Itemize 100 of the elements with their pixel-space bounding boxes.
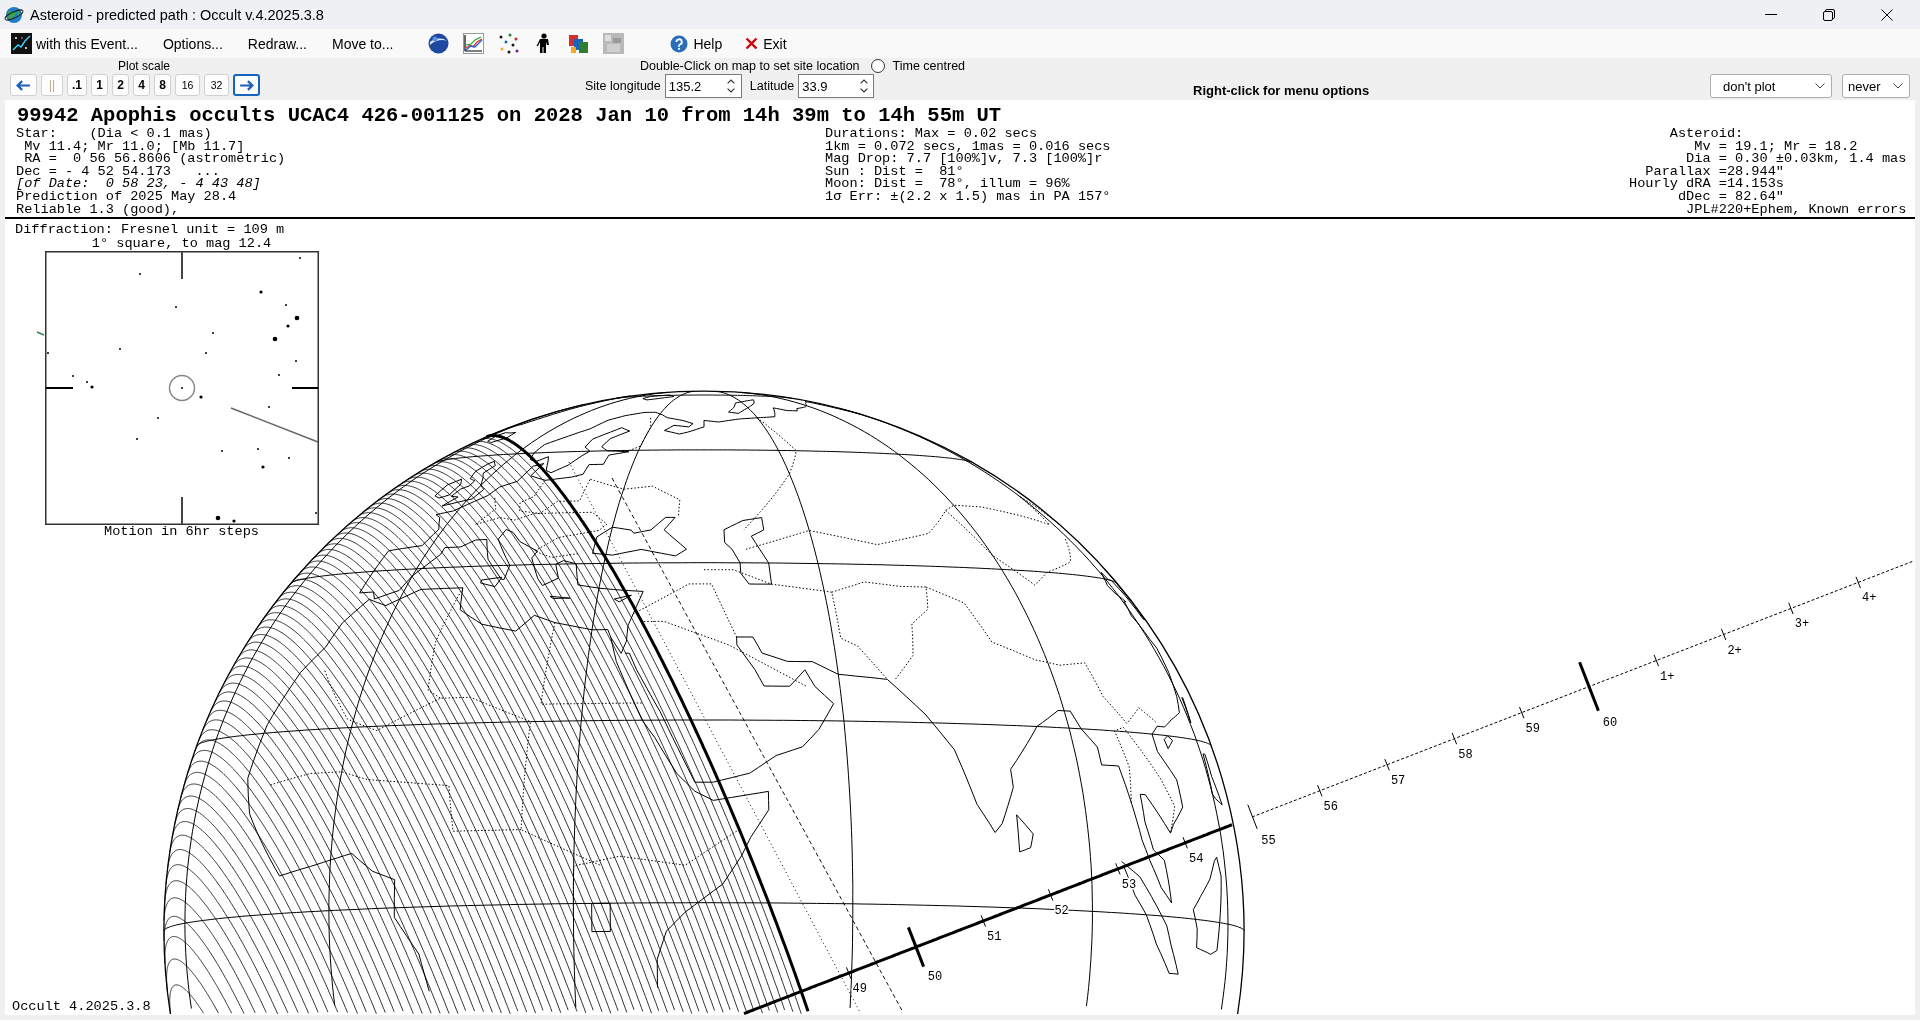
time-centred-label: Time centred	[892, 59, 966, 73]
help-icon	[670, 34, 689, 53]
minimize-icon	[1765, 14, 1777, 15]
asteroid-info-line: Parallax =28.944"	[1645, 165, 1784, 179]
scale-button[interactable]: 32	[204, 74, 229, 96]
site-location-hint: Double-Click on map to set site location	[640, 59, 860, 73]
scale-button[interactable]: 1	[91, 74, 108, 96]
duration-info-line: Moon: Dist = 78°, illum = 96%	[825, 178, 1070, 191]
next-button[interactable]	[233, 74, 260, 96]
star-dot	[199, 395, 203, 399]
event-title: 99942 Apophis occults UCAC4 426-001125 on 2028 Jan 10 from 14h 39m to 14h 55m UT	[17, 105, 1002, 127]
color-blocks-icon[interactable]	[568, 33, 590, 54]
star-info-line: Star: (Dia < 0.1 mas)	[16, 128, 212, 141]
time-label: 60	[1602, 715, 1618, 730]
time-tick	[846, 967, 852, 980]
star-chart-caption: Motion in 6hr steps	[103, 525, 260, 539]
menu-item[interactable]: with this Event...	[11, 32, 138, 55]
time-label: 59	[1525, 721, 1540, 736]
scale-button[interactable]: .1	[67, 74, 87, 96]
chevron-down-icon	[1893, 83, 1903, 89]
time-tick	[907, 927, 925, 968]
left-arrow-icon	[16, 79, 31, 91]
time-tick	[1519, 706, 1525, 719]
star-dot	[215, 515, 221, 521]
exit-button[interactable]: Exit	[745, 32, 787, 55]
help-button[interactable]: Help	[670, 32, 723, 55]
time-tick	[980, 915, 986, 928]
star-track-icon	[11, 33, 32, 54]
asteroid-info-line: JPL#220+Ephem, Known errors	[1686, 203, 1907, 217]
star-dot	[294, 315, 300, 321]
asteroid-info-line: Mv = 19.1; Mr = 18.2	[1694, 140, 1858, 154]
scale-button[interactable]: 16	[175, 74, 200, 96]
line-chart-icon[interactable]	[463, 33, 485, 54]
window-title: Asteroid - predicted path : Occult v.4.2025.3.8	[30, 6, 324, 23]
time-tick	[1451, 732, 1458, 745]
time-label: 55	[1261, 833, 1276, 848]
time-tick	[1247, 804, 1258, 830]
longitude-label: Site longitude	[585, 79, 661, 93]
picture-icon[interactable]	[603, 33, 625, 54]
crosshair-tick	[181, 251, 183, 281]
time-label: 4+	[1862, 591, 1877, 606]
menu-hint: Right-click for menu options	[1193, 83, 1370, 98]
crosshair-tick	[181, 496, 183, 526]
time-centred-radio[interactable]	[870, 59, 885, 73]
version-label: Occult 4.2025.3.8	[12, 1000, 151, 1014]
star-info-line: Mv 11.4; Mr 11.0; [Mb 11.7]	[24, 140, 245, 154]
star-dot	[286, 324, 290, 328]
chevron-down-icon	[1815, 83, 1825, 89]
star-dot	[90, 385, 94, 389]
time-tick	[1788, 602, 1794, 615]
time-label: 3+	[1794, 617, 1810, 632]
star-info-line: Prediction of 2025 May 28.4	[16, 190, 237, 204]
star-info-line: Reliable 1.3 (good),	[16, 203, 180, 217]
time-label: 57	[1390, 773, 1406, 788]
star-info-line: [of Date: 0 58 23, - 4 43 48]	[16, 178, 261, 191]
plot-scale-label: Plot scale	[118, 59, 171, 73]
time-label: 50	[927, 970, 943, 985]
star-dot	[259, 290, 263, 294]
time-label: 2+	[1727, 643, 1742, 658]
right-arrow-icon	[239, 79, 254, 91]
time-tick	[1384, 758, 1390, 771]
star-dot	[232, 519, 236, 523]
crosshair-tick	[45, 387, 74, 390]
globe-icon[interactable]	[428, 33, 450, 54]
time-tick	[1182, 836, 1188, 850]
scale-button[interactable]: 4	[133, 74, 150, 96]
latitude-label: Latitude	[749, 79, 795, 93]
star-dot	[261, 465, 265, 469]
time-label: 49	[852, 982, 867, 997]
asteroid-info-line: Hourly dRA =14.153s	[1629, 178, 1784, 191]
time-label: 53	[1121, 878, 1137, 893]
previous-button[interactable]	[10, 74, 37, 96]
scale-button[interactable]: 8	[154, 74, 171, 96]
time-label: 51	[987, 930, 1002, 945]
time-tick	[1047, 888, 1054, 902]
menu-item[interactable]: Options...	[162, 32, 223, 55]
time-label: 1+	[1660, 669, 1675, 684]
plot-option-dropdown[interactable]: don't plot	[1710, 74, 1832, 98]
star-info-line: Dec = - 4 52 54.173 ...	[16, 165, 220, 179]
asteroid-info-line: Asteroid:	[1669, 128, 1744, 141]
time-label: 56	[1323, 799, 1338, 814]
time-tick	[1855, 576, 1861, 589]
duration-info-line: Sun : Dist = 81°	[825, 165, 964, 179]
time-tick	[1115, 862, 1121, 876]
star-chart-title: 1° square, to mag 12.4	[90, 237, 273, 251]
star-dot	[272, 336, 278, 342]
star-info-line: RA = 0 56 56.8606 (astrometric)	[24, 153, 286, 166]
restore-icon	[1823, 8, 1835, 21]
scatter-dots-icon[interactable]	[498, 33, 520, 54]
time-tick	[1317, 784, 1323, 797]
plot-option-dropdown[interactable]: never	[1842, 74, 1910, 98]
duration-info-line: Durations: Max = 0.02 secs	[825, 128, 1038, 141]
duration-info-line: 1km = 0.072 secs, 1mas = 0.016 secs	[825, 140, 1111, 154]
close-icon	[1881, 8, 1893, 21]
time-label: 58	[1458, 747, 1473, 762]
menu-item[interactable]: Move to...	[332, 32, 394, 55]
scale-button[interactable]: 2	[112, 74, 129, 96]
asteroid-info-line: dDec = 82.64"	[1677, 190, 1784, 204]
menu-item[interactable]: Redraw...	[247, 32, 307, 55]
time-tick	[1720, 628, 1727, 641]
